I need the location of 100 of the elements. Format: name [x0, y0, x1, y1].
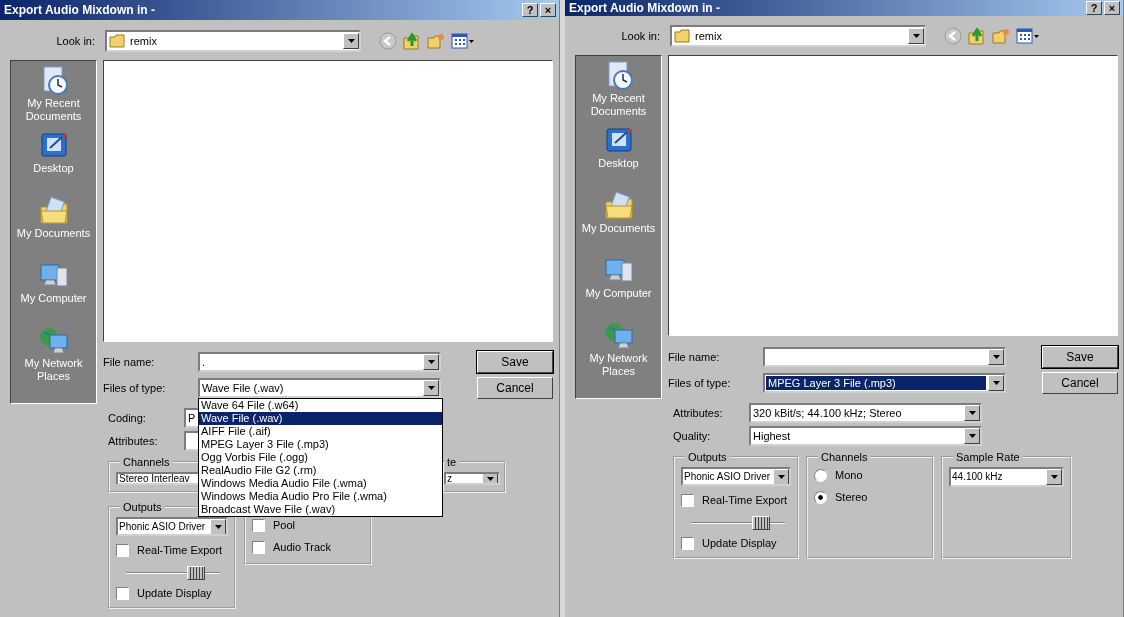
file-name-field[interactable]: .	[198, 352, 441, 372]
folder-icon	[674, 29, 690, 43]
group-title: Channels	[122, 456, 171, 468]
folder-document-icon	[37, 195, 70, 225]
look-in-label: Look in:	[620, 30, 661, 42]
help-button[interactable]: ?	[1086, 1, 1102, 15]
folder-up-icon[interactable]	[403, 32, 421, 50]
look-in-dropdown[interactable]: remix	[670, 25, 926, 47]
help-button[interactable]: ?	[522, 3, 538, 17]
checkbox-label: Pool	[273, 519, 296, 531]
save-button[interactable]: Save	[477, 351, 553, 373]
caret-icon	[992, 381, 1000, 385]
window-title: Export Audio Mixdown in -	[569, 1, 720, 15]
list-option[interactable]: Wave 64 File (.w64)	[199, 399, 442, 412]
place-item[interactable]: My Network Places	[576, 320, 661, 385]
checkbox-label: Real-Time Export	[137, 544, 223, 557]
list-option[interactable]: Ogg Vorbis File (.ogg)	[199, 451, 442, 464]
checkbox[interactable]	[252, 540, 265, 554]
radio-label: Stereo	[835, 491, 868, 503]
list-option[interactable]: RealAudio File G2 (.rm)	[199, 464, 442, 477]
place-item[interactable]: My Computer	[11, 260, 96, 325]
cancel-button[interactable]: Cancel	[1042, 372, 1118, 394]
save-button[interactable]: Save	[1042, 346, 1118, 368]
view-menu-icon[interactable]	[451, 32, 475, 50]
close-button[interactable]: ×	[540, 3, 556, 17]
checkbox[interactable]	[116, 586, 129, 600]
close-button[interactable]: ×	[1104, 1, 1120, 15]
place-item[interactable]: My Recent Documents	[11, 65, 96, 130]
checkbox-label: Audio Track	[273, 541, 332, 553]
checkbox[interactable]	[116, 543, 129, 557]
checkbox[interactable]	[681, 536, 694, 550]
caret-icon	[1050, 475, 1058, 479]
checkbox[interactable]	[252, 518, 265, 532]
look-in-dropdown[interactable]: remix	[105, 30, 361, 52]
dropdown-field[interactable]: Phonic ASIO Driver	[116, 517, 228, 537]
dropdown-field[interactable]: 44.100 kHz	[949, 467, 1064, 487]
place-item[interactable]: My Network Places	[11, 325, 96, 390]
dropdown-field[interactable]: Highest	[749, 426, 982, 446]
list-option[interactable]: Windows Media Audio File (.wma)	[199, 477, 442, 490]
checkbox-label: Update Display	[702, 537, 777, 550]
place-item[interactable]: My Computer	[576, 255, 661, 320]
place-item[interactable]: My Recent Documents	[576, 60, 661, 125]
field-label: Coding:	[108, 412, 147, 424]
group-title: Channels	[820, 451, 869, 463]
list-option[interactable]: AIFF File (.aif)	[199, 425, 442, 438]
caret-icon	[968, 434, 976, 438]
list-option[interactable]: MPEG Layer 3 File (.mp3)	[199, 438, 442, 451]
file-type-dropdown[interactable]: MPEG Layer 3 File (.mp3)	[763, 373, 1006, 393]
window-title: Export Audio Mixdown in -	[4, 3, 155, 17]
back-icon[interactable]	[379, 32, 397, 50]
checkbox-label: Update Display	[137, 587, 212, 600]
view-menu-icon[interactable]	[1016, 27, 1040, 45]
caret-icon	[486, 476, 494, 481]
checkbox-label: Real-Time Export	[702, 494, 788, 507]
folder-up-icon[interactable]	[968, 27, 986, 45]
text-field[interactable]: P	[184, 408, 198, 428]
slider-thumb[interactable]	[751, 515, 770, 530]
folder-icon	[109, 34, 125, 48]
globe-computer-icon	[37, 325, 70, 355]
file-name-label: File name:	[668, 351, 721, 363]
list-option[interactable]: Broadcast Wave File (.wav)	[199, 503, 442, 516]
file-name-label: File name:	[103, 356, 156, 368]
dropdown-field[interactable]: z	[444, 472, 500, 485]
list-option[interactable]: Windows Media Audio Pro File (.wma)	[199, 490, 442, 503]
list-option[interactable]: Wave File (.wav)	[199, 412, 442, 425]
radio-label: Mono	[835, 469, 863, 481]
globe-computer-icon	[602, 320, 635, 350]
group-title: te	[446, 456, 458, 468]
cancel-button[interactable]: Cancel	[477, 377, 553, 399]
caret-icon	[968, 411, 976, 415]
caret-icon	[427, 360, 435, 364]
text-field[interactable]	[184, 431, 198, 451]
folder-document-icon	[602, 190, 635, 220]
dropdown-field[interactable]: 320 kBit/s; 44.100 kHz; Stereo	[749, 403, 982, 423]
checkbox[interactable]	[681, 493, 694, 507]
look-in-label: Look in:	[55, 35, 96, 47]
place-item[interactable]: My Documents	[11, 195, 96, 260]
group-title: Outputs	[122, 501, 163, 513]
file-type-label: Files of type:	[668, 377, 732, 389]
dropdown-field[interactable]: Phonic ASIO Driver	[681, 467, 791, 487]
caret-icon	[347, 39, 355, 43]
caret-icon	[777, 474, 785, 479]
file-type-label: Files of type:	[103, 382, 167, 394]
field-label: Attributes:	[108, 435, 159, 447]
slider-thumb[interactable]	[186, 565, 205, 580]
place-item[interactable]: Desktop	[576, 125, 661, 190]
file-name-field[interactable]	[763, 347, 1006, 367]
group-title: Sample Rate	[955, 451, 1021, 463]
group-title: Outputs	[687, 451, 728, 463]
caret-icon	[992, 355, 1000, 359]
back-icon[interactable]	[944, 27, 962, 45]
radio-button[interactable]	[814, 490, 827, 504]
caret-icon	[214, 524, 222, 529]
text-field[interactable]: Stereo Interleav	[116, 472, 198, 485]
place-item[interactable]: My Documents	[576, 190, 661, 255]
place-item[interactable]: Desktop	[11, 130, 96, 195]
field-label: Quality:	[673, 430, 712, 442]
radio-button[interactable]	[814, 468, 827, 482]
file-type-dropdown[interactable]: Wave File (.wav)	[198, 378, 441, 398]
caret-icon	[427, 386, 435, 390]
